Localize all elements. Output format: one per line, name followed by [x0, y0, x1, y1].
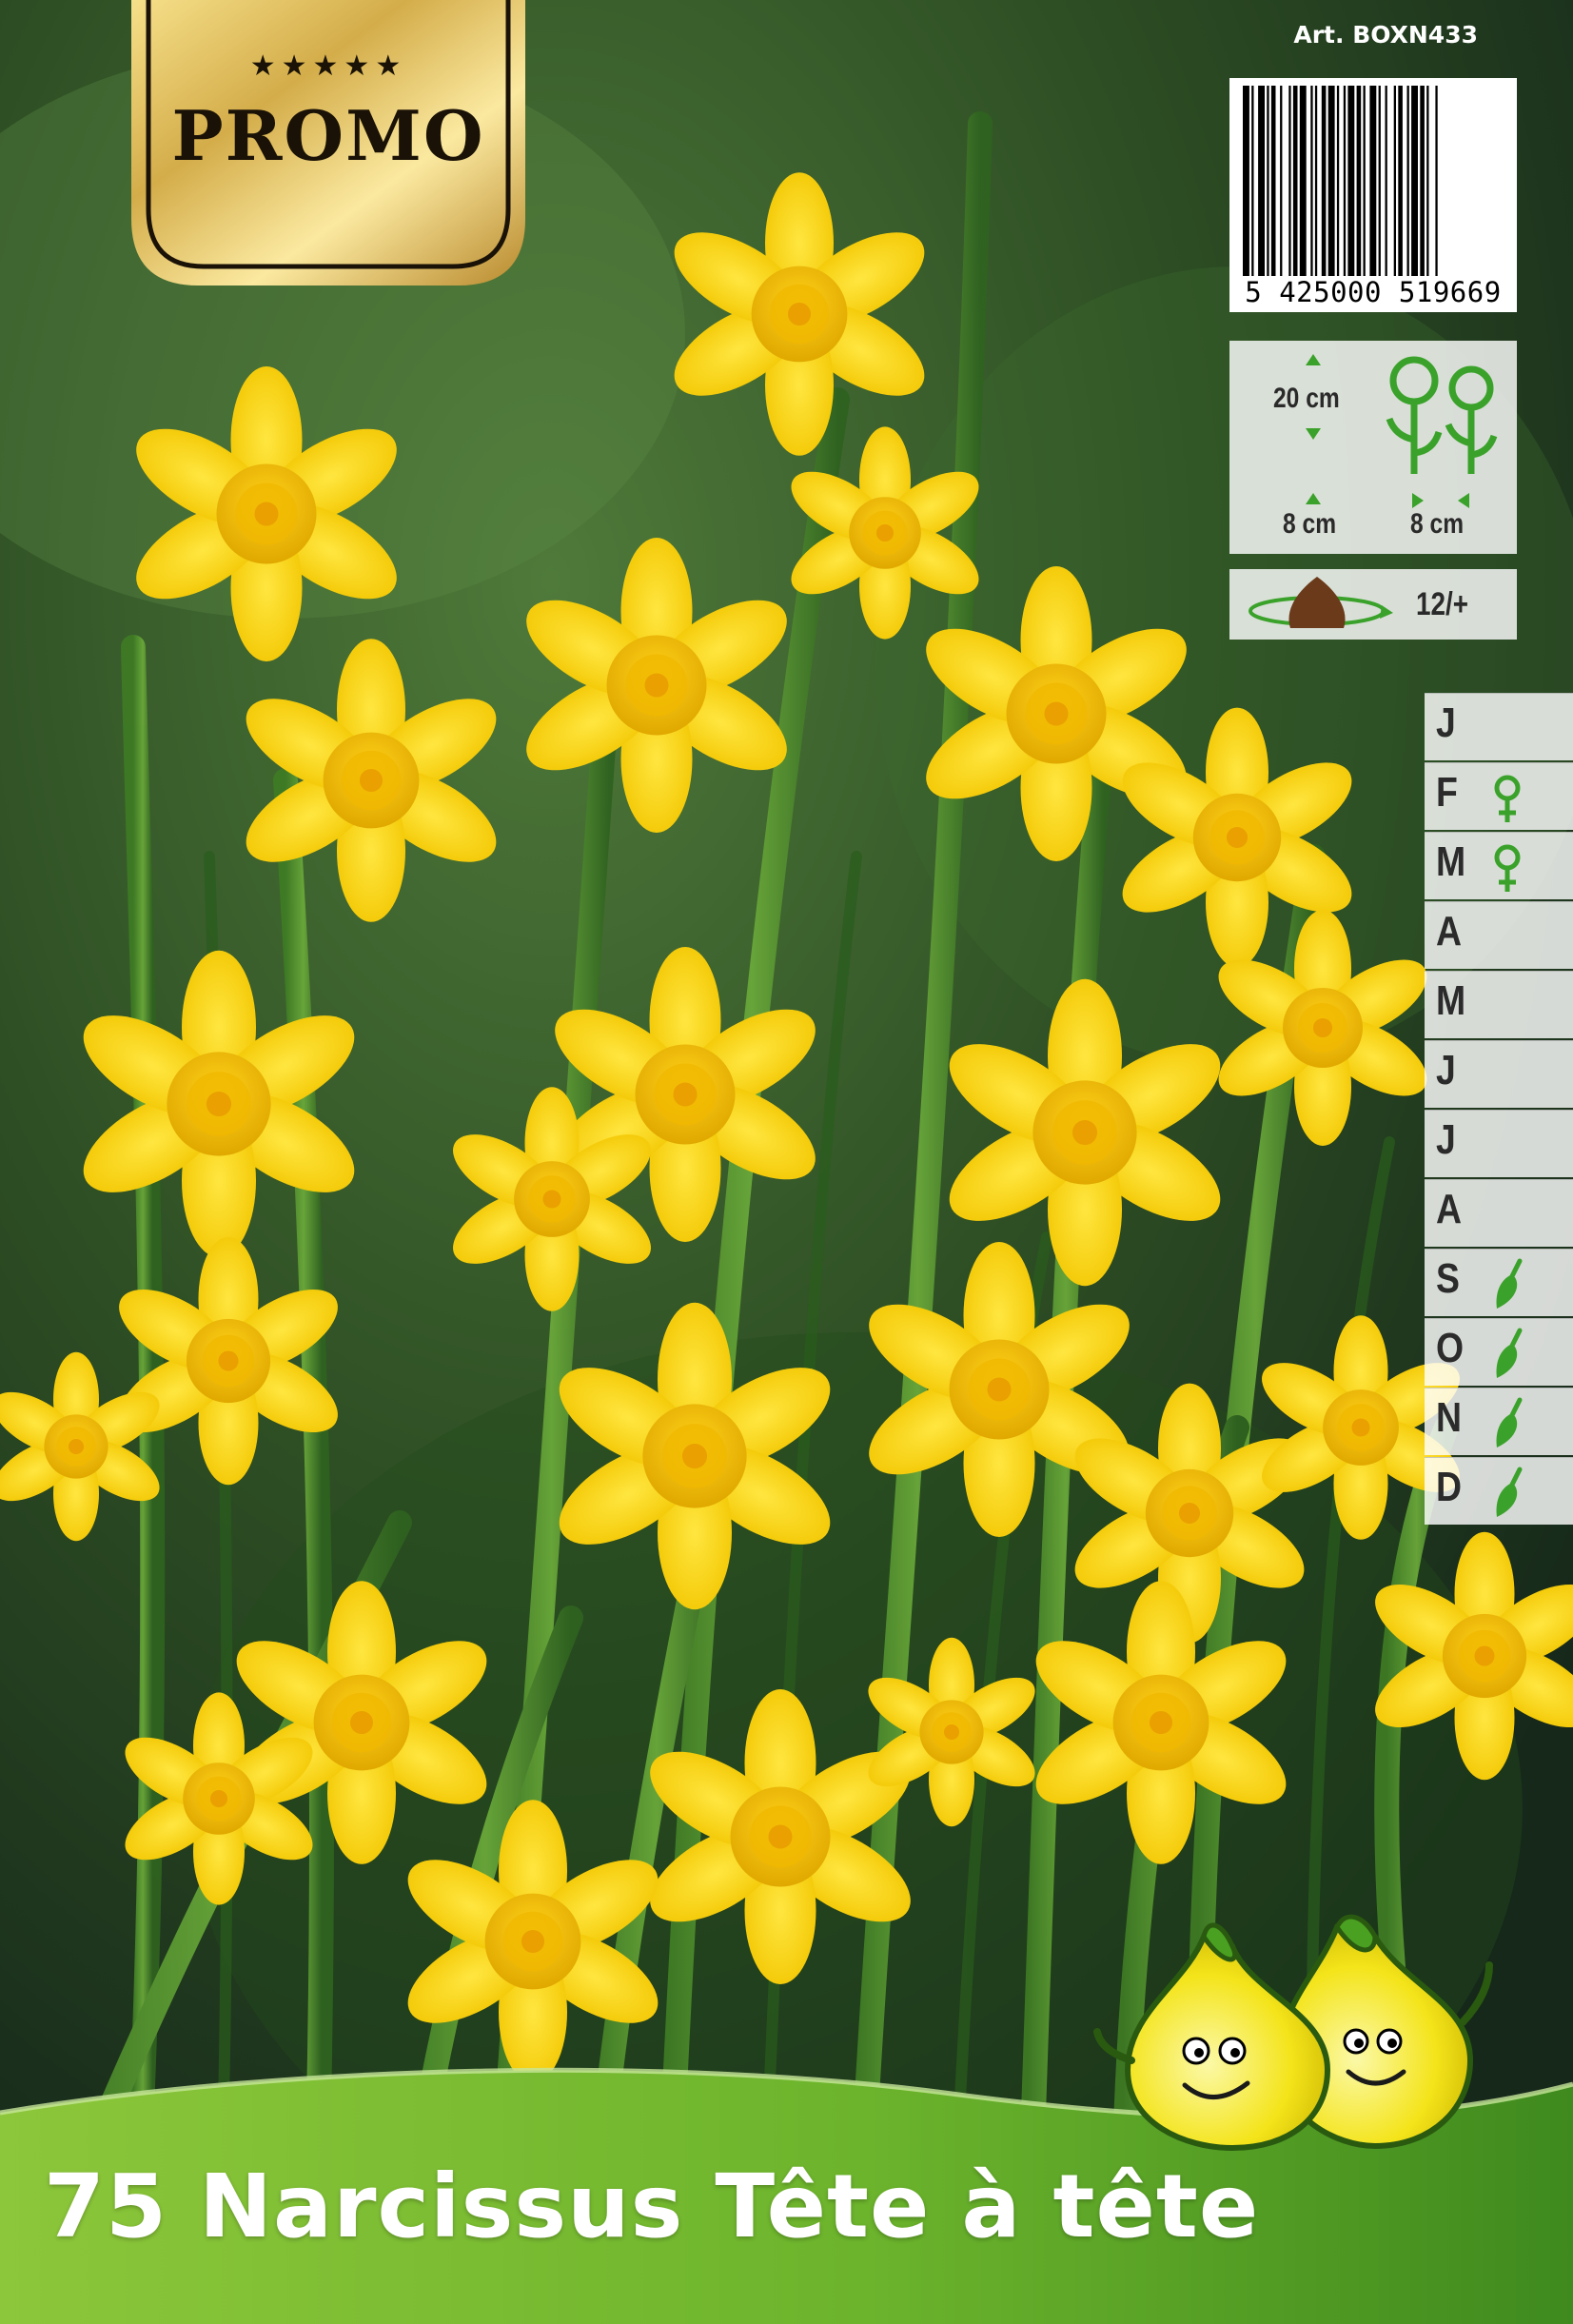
barcode-number: 5 425000 519669	[1245, 276, 1502, 308]
month-letter: M	[1436, 838, 1466, 885]
calendar-month-row: A	[1425, 901, 1573, 969]
barcode-bar	[1299, 86, 1307, 276]
barcode-bar	[1378, 86, 1381, 276]
calendar-month-row: O	[1425, 1318, 1573, 1386]
calendar-month-row: N	[1425, 1388, 1573, 1455]
barcode-bar	[1393, 86, 1396, 276]
barcode-bar	[1270, 86, 1276, 276]
rating-stars: ★★★★★	[249, 49, 407, 83]
bulb-size: 12/+	[1416, 586, 1469, 622]
flower-icon	[1484, 771, 1531, 824]
promo-badge: ★★★★★ PROMO	[131, 0, 525, 286]
calendar-month-row: A	[1425, 1179, 1573, 1247]
promo-label: PROMO	[171, 95, 485, 176]
calendar-month-row: J	[1425, 1110, 1573, 1177]
barcode-bar	[1426, 86, 1429, 276]
month-letter: M	[1436, 977, 1466, 1024]
trowel-icon	[1484, 1396, 1531, 1449]
calendar-month-row: D	[1425, 1457, 1573, 1525]
barcode: 5 425000 519669	[1229, 78, 1517, 312]
month-letter: A	[1436, 1186, 1463, 1232]
trowel-icon	[1484, 1466, 1531, 1519]
barcode-bar	[1343, 86, 1347, 276]
product-title: 75 Narcissus Tête à tête	[44, 2156, 1260, 2257]
barcode-bar	[1243, 86, 1249, 276]
planting-dimensions-panel: 20 cm 8 cm 8 cm	[1229, 341, 1517, 554]
trowel-icon	[1484, 1327, 1531, 1380]
month-letter: J	[1436, 1116, 1456, 1163]
month-letter: A	[1436, 908, 1463, 955]
barcode-bar	[1363, 86, 1366, 276]
bulb-size-panel: 12/+	[1229, 569, 1517, 640]
barcode-bar	[1347, 86, 1355, 276]
barcode-bar	[1267, 86, 1269, 276]
barcode-bars	[1243, 86, 1438, 276]
barcode-bar	[1435, 86, 1438, 276]
month-letter: F	[1436, 769, 1458, 816]
article-number: Art. BOXN433	[1293, 21, 1478, 49]
barcode-bar	[1369, 86, 1377, 276]
barcode-bar	[1411, 86, 1418, 276]
month-letter: S	[1436, 1255, 1460, 1302]
dimension-icons	[1306, 354, 1498, 508]
barcode-bar	[1280, 86, 1283, 276]
barcode-bar	[1258, 86, 1265, 276]
arrow-up-icon	[1306, 354, 1321, 365]
calendar-month-row: M	[1425, 832, 1573, 899]
month-letter: D	[1436, 1464, 1463, 1510]
bulb-icon	[1249, 577, 1393, 628]
month-letter: N	[1436, 1394, 1463, 1441]
calendar-month-row: S	[1425, 1249, 1573, 1316]
month-letter: J	[1436, 699, 1456, 746]
barcode-bar	[1398, 86, 1403, 276]
barcode-bar	[1251, 86, 1254, 276]
barcode-bar	[1406, 86, 1409, 276]
month-letter: J	[1436, 1047, 1456, 1093]
barcode-bar	[1314, 86, 1318, 276]
plant-spacing-icon	[1386, 356, 1498, 474]
flower-icon	[1484, 840, 1531, 894]
plant-height: 20 cm	[1273, 383, 1340, 414]
plant-spacing: 8 cm	[1410, 508, 1465, 540]
barcode-bar	[1321, 86, 1327, 276]
calendar-month-row: F	[1425, 762, 1573, 830]
barcode-bar	[1310, 86, 1313, 276]
barcode-bar	[1327, 86, 1335, 276]
bulb-mascots-icon	[1093, 1914, 1493, 2152]
calendar-month-row: M	[1425, 971, 1573, 1038]
arrow-up-icon	[1306, 493, 1321, 504]
barcode-bar	[1356, 86, 1362, 276]
calendar-month-row: J	[1425, 693, 1573, 760]
barcode-bar	[1385, 86, 1387, 276]
trowel-icon	[1484, 1257, 1531, 1310]
arrow-left-icon	[1458, 493, 1469, 508]
flowering-planting-calendar: JFMAMJJASOND	[1425, 693, 1573, 1526]
arrow-down-icon	[1306, 428, 1321, 440]
barcode-bar	[1336, 86, 1340, 276]
month-letter: O	[1436, 1325, 1465, 1371]
barcode-bar	[1288, 86, 1291, 276]
barcode-bar	[1292, 86, 1298, 276]
planting-depth: 8 cm	[1283, 508, 1337, 540]
product-card: ★★★★★ PROMO Art. BOXN433 5 425000 519669	[0, 0, 1573, 2324]
arrow-right-icon	[1412, 493, 1424, 508]
calendar-month-row: J	[1425, 1040, 1573, 1108]
barcode-bar	[1420, 86, 1425, 276]
